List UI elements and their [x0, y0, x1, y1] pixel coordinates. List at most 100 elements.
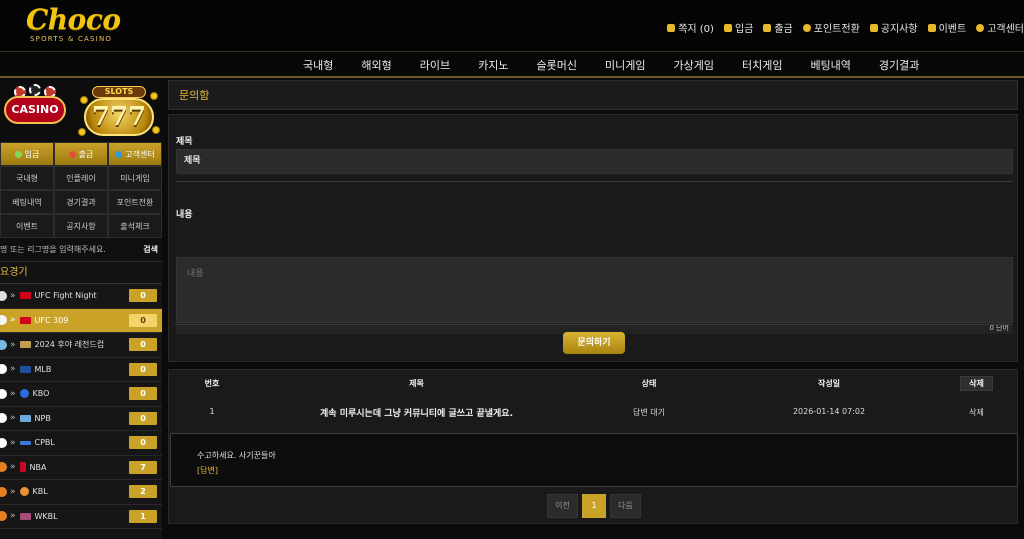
double-chevron-icon: » — [10, 437, 16, 448]
league-item-wkbl[interactable]: » WKBL 1 — [0, 504, 162, 529]
nav-item-live[interactable]: 라이브 — [406, 57, 464, 73]
top-menu-support[interactable]: 고객센터 — [976, 20, 1024, 35]
top-menu-label: 입금 — [734, 24, 754, 35]
league-item-mlb[interactable]: » MLB 0 — [0, 357, 162, 382]
nav-item-results[interactable]: 경기결과 — [865, 57, 933, 73]
quick-event-button[interactable]: 이벤트 — [0, 214, 54, 238]
league-item-ufc-fight-night[interactable]: » UFC Fight Night 0 — [0, 284, 162, 309]
league-count-badge: 2 — [129, 485, 157, 499]
title-input[interactable]: 제목 — [176, 149, 1013, 174]
league-item-npb[interactable]: » NPB 0 — [0, 406, 162, 431]
basketball-icon — [0, 486, 7, 497]
headset-icon — [976, 23, 985, 32]
gift-icon — [927, 23, 936, 32]
slots-777-icon: SLOTS 777 — [78, 82, 162, 140]
top-menu-event[interactable]: 이벤트 — [927, 20, 966, 35]
league-item-legend-cup[interactable]: » 2024 후야 레전드컵 0 — [0, 333, 162, 358]
row-delete-button[interactable]: 삭제 — [960, 407, 993, 418]
quick-bet-history-button[interactable]: 베팅내역 — [0, 190, 54, 214]
content-textarea[interactable] — [176, 257, 1013, 323]
basketball-icon — [0, 511, 7, 522]
league-logo-icon — [19, 341, 31, 349]
row-date: 2026-01-14 07:02 — [792, 407, 866, 416]
league-count-badge: 0 — [129, 289, 157, 303]
league-search-button[interactable]: 검색 — [143, 244, 158, 255]
point-icon — [802, 23, 811, 32]
nav-item-casino[interactable]: 카지노 — [464, 57, 522, 73]
quick-domestic-button[interactable]: 국내형 — [0, 166, 54, 190]
quick-results-button[interactable]: 경기결과 — [54, 190, 108, 214]
mail-icon — [667, 23, 676, 32]
table-row[interactable]: 1 계속 미루시는데 그냥 커뮤니티에 글쓰고 끝낼게요. 답변 대기 2026… — [169, 407, 1019, 423]
quick-attendance-button[interactable]: 출석체크 — [108, 214, 162, 238]
league-item-cpbl[interactable]: » CPBL 0 — [0, 431, 162, 456]
top-menu-label: 포인트전환 — [813, 24, 860, 35]
top-menu-deposit[interactable]: 입금 — [723, 20, 754, 35]
mlb-logo-icon — [19, 365, 31, 373]
page-1-button[interactable]: 1 — [582, 494, 606, 518]
nav-item-overseas[interactable]: 해외형 — [347, 57, 405, 73]
league-item-ufc-309[interactable]: » UFC 309 0 — [0, 308, 162, 333]
prev-page-button[interactable]: 이전 — [547, 494, 578, 518]
quick-deposit-button[interactable]: 입금 — [0, 142, 54, 166]
quick-label: 고객센터 — [125, 149, 155, 159]
npb-logo-icon — [19, 414, 31, 422]
double-chevron-icon: » — [10, 315, 16, 326]
nav-item-virtual[interactable]: 가상게임 — [659, 57, 727, 73]
quick-withdraw-button[interactable]: 출금 — [54, 142, 108, 166]
league-count-badge: 0 — [129, 313, 157, 327]
league-count-badge: 0 — [129, 387, 157, 401]
baseball-icon — [0, 437, 7, 448]
next-page-button[interactable]: 다음 — [610, 494, 641, 518]
league-name: WKBL — [34, 511, 58, 521]
row-no: 1 — [209, 407, 215, 416]
top-menu-label: 출금 — [774, 24, 793, 35]
baseball-icon — [0, 388, 7, 399]
row-title[interactable]: 계속 미루시는데 그냥 커뮤니티에 글쓰고 끝낼게요. — [309, 406, 524, 419]
nav-item-bet-history[interactable]: 베팅내역 — [796, 57, 864, 73]
baseball-icon — [0, 413, 7, 424]
quick-minigame-button[interactable]: 미니게임 — [108, 166, 162, 190]
league-sport-icon — [0, 339, 7, 350]
wkbl-logo-icon — [19, 512, 31, 520]
nav-item-slots[interactable]: 슬롯머신 — [523, 57, 591, 73]
top-menu-notice[interactable]: 공지사항 — [869, 20, 918, 35]
quick-points-button[interactable]: 포인트전환 — [108, 190, 162, 214]
quick-inplay-button[interactable]: 인플레이 — [54, 166, 108, 190]
league-item-nba[interactable]: » NBA 7 — [0, 455, 162, 480]
quick-support-button[interactable]: 고객센터 — [108, 142, 162, 166]
casino-slots-banner[interactable]: CASINO SLOTS 777 — [0, 80, 162, 142]
brand-name: Choco — [26, 3, 121, 36]
inquiry-main: 문의함 제목 제목 내용 0 단어 문의하기 번호 제목 상태 작성일 삭제 1… — [168, 80, 1018, 524]
submit-inquiry-button[interactable]: 문의하기 — [563, 332, 625, 354]
quick-notice-button[interactable]: 공지사항 — [54, 214, 108, 238]
content-label: 내용 — [176, 210, 193, 220]
nav-item-domestic[interactable]: 국내형 — [289, 57, 347, 73]
top-menu-withdraw[interactable]: 출금 — [763, 20, 793, 35]
title-label: 제목 — [176, 137, 193, 147]
top-menu-messages[interactable]: 쪽지 (0) — [667, 20, 714, 35]
top-menu-points[interactable]: 포인트전환 — [802, 20, 860, 35]
header-title: 제목 — [409, 379, 424, 388]
kbl-logo-icon — [19, 487, 29, 497]
league-count-badge: 0 — [129, 411, 157, 425]
top-menu: 쪽지 (0) 입금 출금 포인트전환 공지사항 이벤트 고객센터 — [667, 20, 1024, 35]
nba-logo-icon — [19, 462, 26, 473]
brand-logo[interactable]: Choco SPORTS & CASINO — [26, 6, 136, 46]
major-games-title: 요경기 — [0, 262, 162, 284]
league-item-kbl[interactable]: » KBL 2 — [0, 480, 162, 505]
league-name: 2024 후야 레전드컵 — [34, 340, 105, 350]
main-nav: 국내형 해외형 라이브 카지노 슬롯머신 미니게임 가상게임 터치게임 베팅내역… — [0, 52, 1024, 78]
league-name: KBL — [32, 487, 48, 497]
league-item-kbo[interactable]: » KBO 0 — [0, 382, 162, 407]
league-search-input[interactable]: 명 또는 리그명을 입력해주세요. — [0, 244, 106, 255]
basketball-icon — [0, 462, 7, 473]
league-name: UFC Fight Night — [34, 291, 97, 301]
header-delete-button[interactable]: 삭제 — [960, 376, 993, 391]
sidebar: CASINO SLOTS 777 입금 출금 고객센터 국내형 인플레이 미니게… — [0, 80, 162, 539]
nav-item-touch[interactable]: 터치게임 — [728, 57, 796, 73]
nav-item-minigame[interactable]: 미니게임 — [591, 57, 659, 73]
league-count-badge: 0 — [129, 436, 157, 450]
quick-menu-grid: 입금 출금 고객센터 국내형 인플레이 미니게임 베팅내역 경기결과 포인트전환… — [0, 142, 162, 238]
form-divider — [175, 324, 1012, 325]
